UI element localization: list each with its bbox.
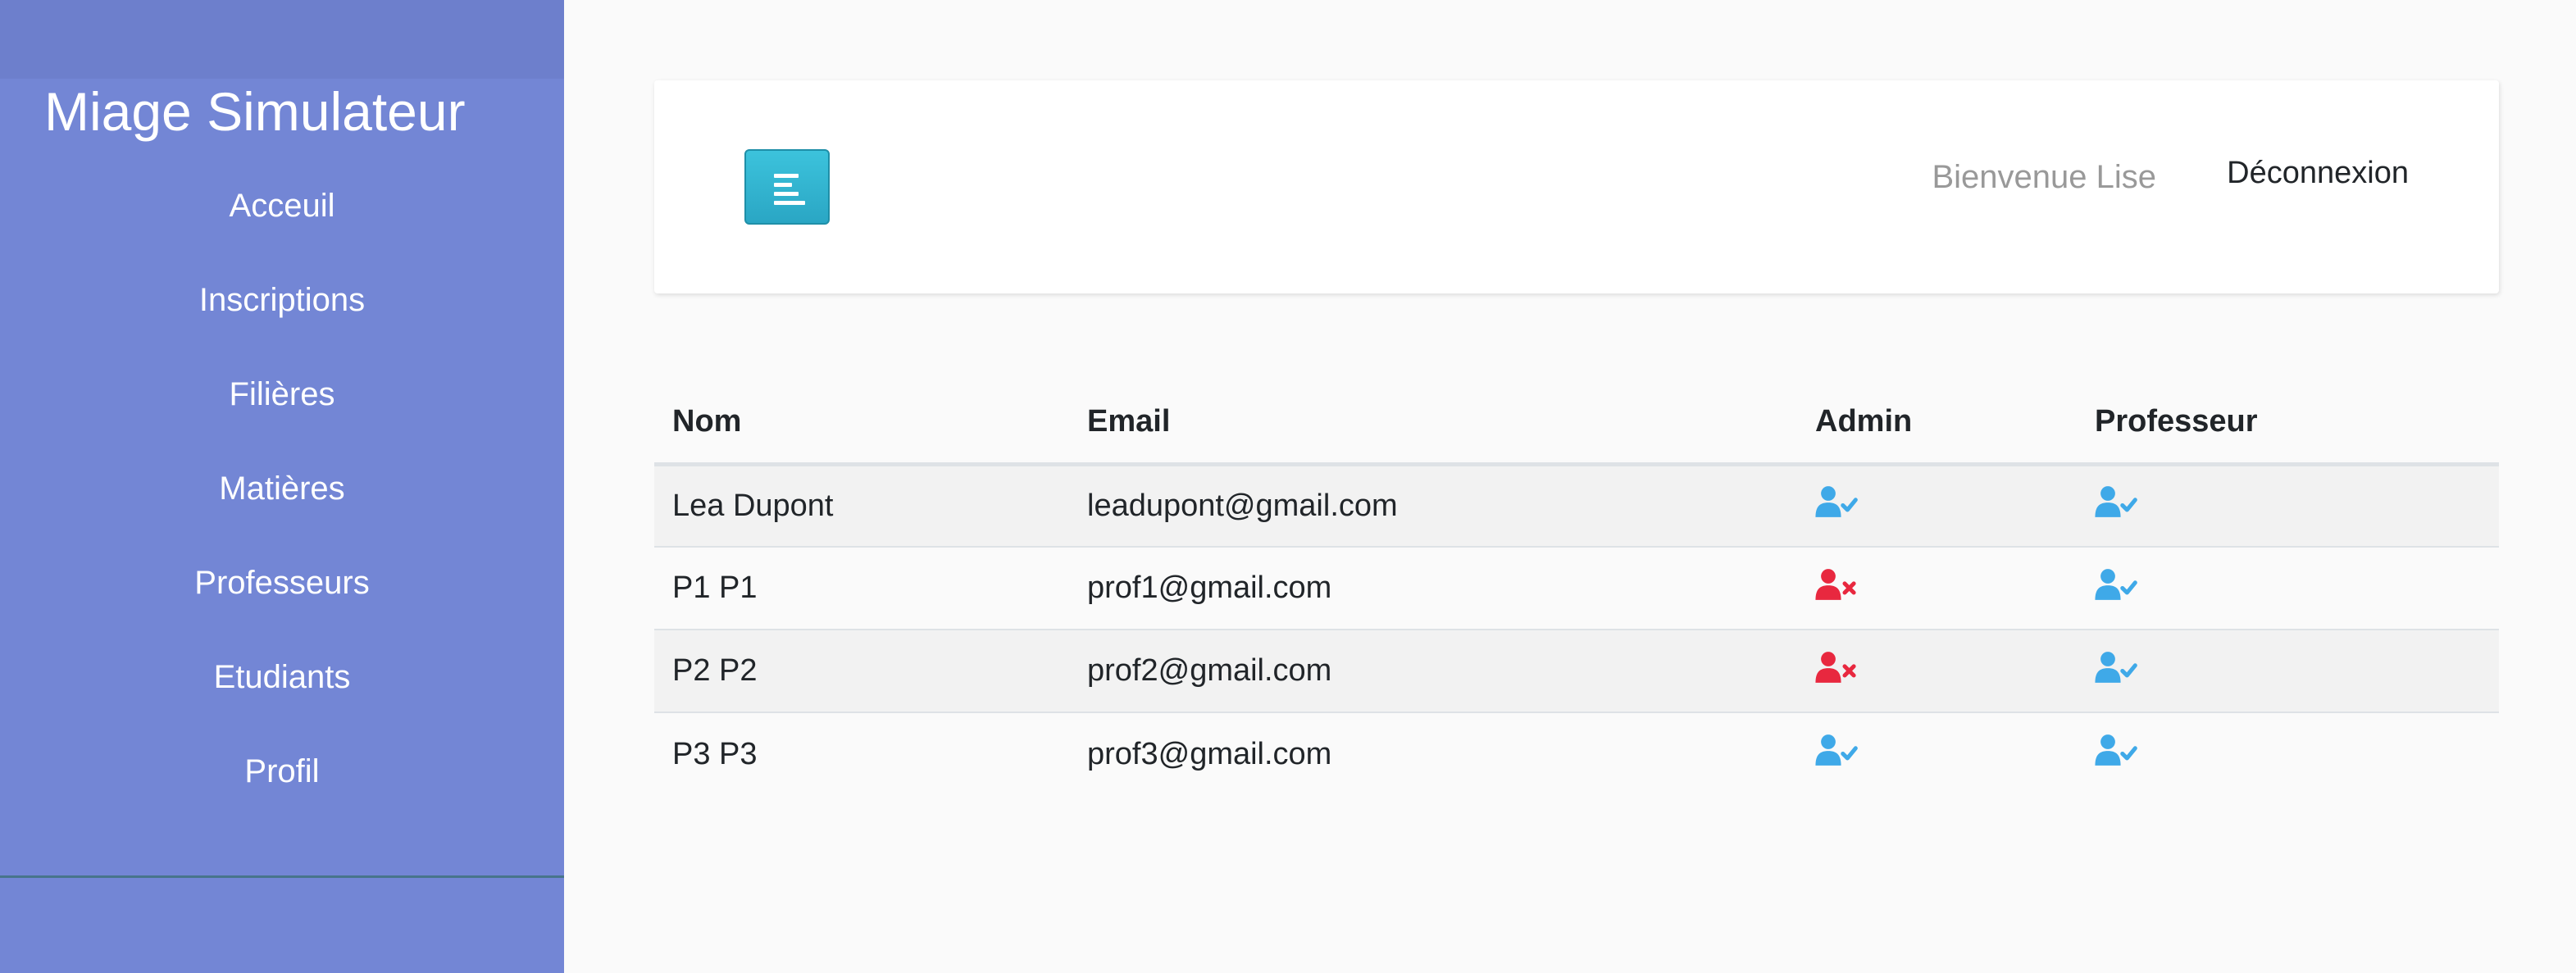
user-check-icon[interactable] [1815, 734, 1858, 775]
column-header-nom[interactable]: Nom [654, 382, 1069, 466]
cell-admin [1797, 630, 2077, 713]
sidebar-item-matieres[interactable]: Matières [0, 471, 564, 565]
table-row: P3 P3 prof3@gmail.com [654, 712, 2499, 795]
user-times-icon[interactable] [1815, 651, 1858, 692]
cell-professeur [2077, 547, 2499, 630]
table-row: P2 P2 prof2@gmail.com [654, 630, 2499, 713]
sidebar-divider [0, 875, 564, 878]
user-check-icon[interactable] [2095, 485, 2137, 526]
top-navbar: Bienvenue Lise Déconnexion [654, 80, 2499, 293]
cell-professeur [2077, 464, 2499, 548]
table-row: P1 P1 prof1@gmail.com [654, 547, 2499, 630]
table-row: Lea Dupont leadupont@gmail.com [654, 464, 2499, 548]
user-check-icon[interactable] [2095, 734, 2137, 775]
cell-admin [1797, 464, 2077, 548]
cell-email: leadupont@gmail.com [1069, 464, 1797, 548]
cell-nom: P3 P3 [672, 736, 758, 771]
user-check-icon[interactable] [2095, 651, 2137, 692]
sidebar: Miage Simulateur Acceuil Inscriptions Fi… [0, 0, 564, 973]
sidebar-item-filieres[interactable]: Filières [0, 376, 564, 471]
sidebar-item-professeurs[interactable]: Professeurs [0, 565, 564, 659]
cell-nom: P1 P1 [654, 547, 1069, 630]
app-title: Miage Simulateur [44, 81, 466, 142]
column-header-admin[interactable]: Admin [1797, 382, 2077, 466]
sidebar-item-acceuil[interactable]: Acceuil [0, 188, 564, 282]
user-check-icon[interactable] [2095, 568, 2137, 609]
cell-email: prof2@gmail.com [1069, 630, 1797, 713]
sidebar-item-inscriptions[interactable]: Inscriptions [0, 282, 564, 376]
cell-nom: P2 P2 [654, 630, 1069, 713]
cell-professeur [2077, 630, 2499, 713]
welcome-message: Bienvenue Lise [1932, 159, 2156, 195]
sidebar-item-profil[interactable]: Profil [0, 753, 564, 848]
sidebar-toggle-button[interactable] [744, 149, 830, 225]
column-header-professeur[interactable]: Professeur [2077, 382, 2499, 466]
sidebar-item-etudiants[interactable]: Etudiants [0, 659, 564, 753]
cell-admin [1797, 712, 2077, 795]
user-times-icon[interactable] [1815, 568, 1858, 609]
users-table: Nom Email Admin Professeur Lea Dupont lea… [654, 382, 2499, 795]
cell-admin [1797, 547, 2077, 630]
cell-email: prof3@gmail.com [1087, 736, 1332, 771]
user-check-icon[interactable] [1815, 485, 1858, 526]
logout-link[interactable]: Déconnexion [2227, 156, 2409, 191]
align-left-icon [774, 174, 805, 210]
sidebar-nav: Acceuil Inscriptions Filières Matières P… [0, 188, 564, 848]
cell-professeur [2077, 712, 2499, 795]
table-header-row: Nom Email Admin Professeur [654, 382, 2499, 466]
sidebar-top-bar [0, 0, 564, 79]
cell-nom: Lea Dupont [654, 464, 1069, 548]
column-header-email[interactable]: Email [1069, 382, 1797, 466]
cell-email: prof1@gmail.com [1069, 547, 1797, 630]
